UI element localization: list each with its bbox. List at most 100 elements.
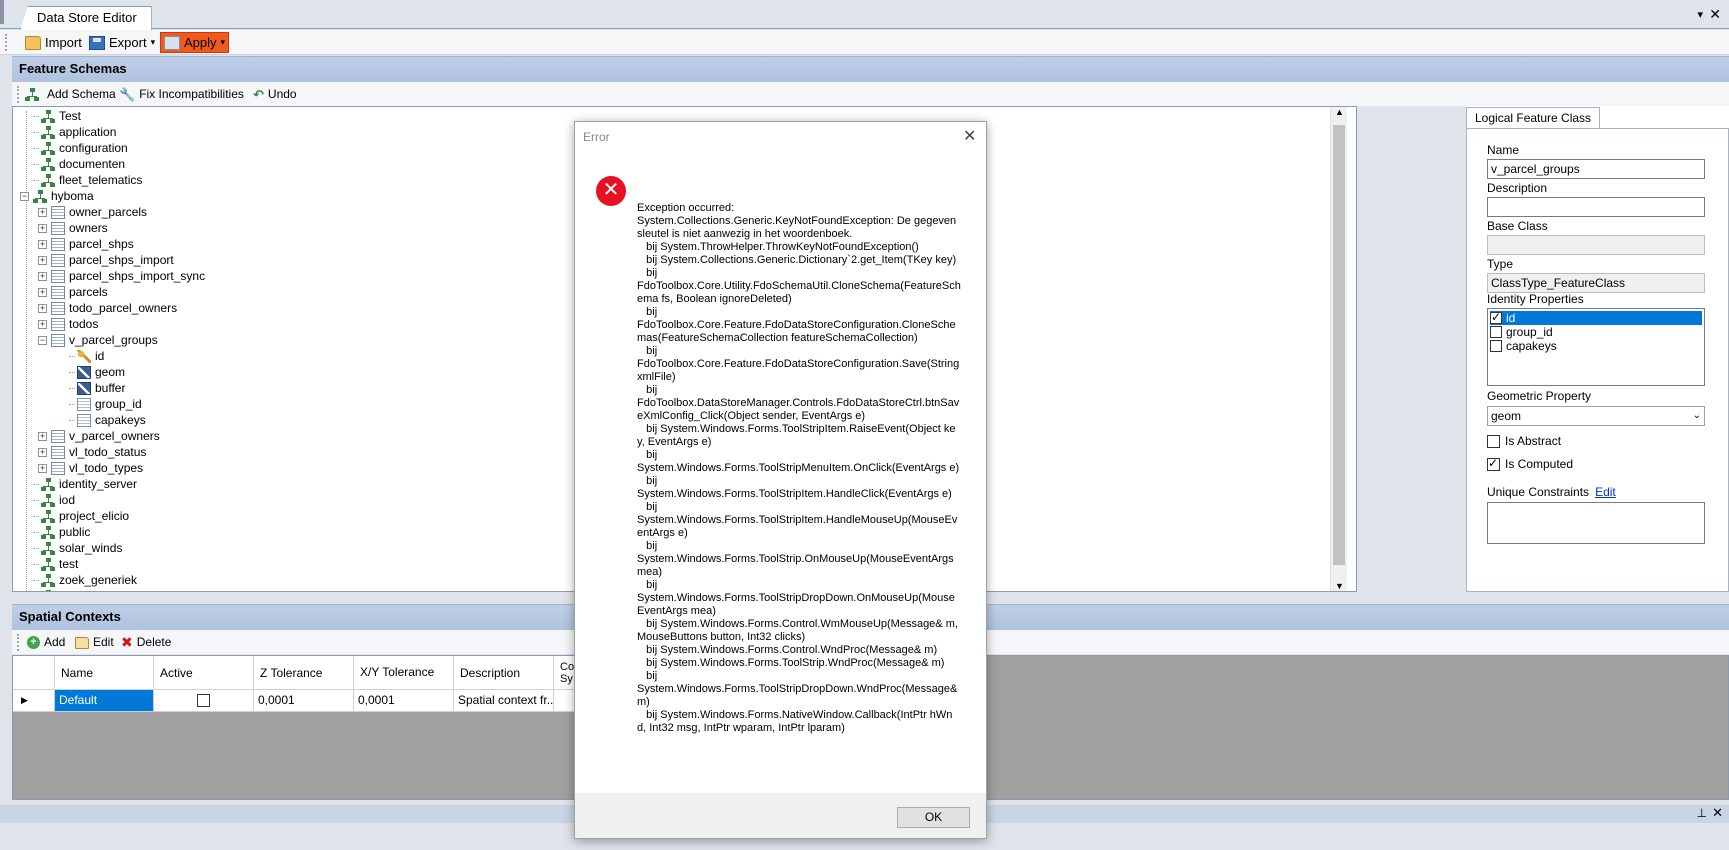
tree-node[interactable]: buffer <box>69 380 125 396</box>
is-abstract-checkbox[interactable]: Is Abstract <box>1487 434 1561 448</box>
ok-button[interactable]: OK <box>897 807 970 828</box>
identity-property-item[interactable]: group_id <box>1490 325 1702 339</box>
tree-node[interactable]: − hyboma <box>20 188 94 204</box>
apply-button[interactable]: Apply ▾ <box>160 32 230 53</box>
tree-node[interactable]: identity_server <box>33 476 137 492</box>
tree-node[interactable]: documenten <box>33 156 125 172</box>
tab-logical-feature-class[interactable]: Logical Feature Class <box>1466 107 1601 128</box>
expand-icon[interactable]: + <box>38 239 47 249</box>
tree-node[interactable]: + vl_todo_types <box>38 460 143 476</box>
tree-node[interactable]: + v_parcel_owners <box>38 428 160 444</box>
tree-node-label: identity_server <box>59 477 138 491</box>
identity-checkbox[interactable] <box>1490 340 1502 352</box>
toolbar-grip[interactable] <box>5 34 8 51</box>
tree-node[interactable]: group_id <box>69 396 142 412</box>
tree-node[interactable]: + owner_parcels <box>38 204 147 220</box>
toolbar-grip[interactable] <box>17 86 20 103</box>
fix-incompatibilities-button[interactable]: 🔧 Fix Incompatibilities <box>116 84 247 105</box>
close-tab-icon[interactable]: ✕ <box>1709 6 1721 23</box>
tree-node[interactable]: + owners <box>38 220 108 236</box>
scroll-up-icon[interactable]: ▲ <box>1335 107 1344 117</box>
tree-node[interactable]: project_elicio <box>33 508 129 524</box>
tree-node[interactable]: + todos <box>38 316 98 332</box>
tree-node[interactable]: + parcel_shps_import_sync <box>38 268 205 284</box>
active-checkbox[interactable] <box>197 694 210 707</box>
tree-node[interactable]: id <box>69 348 104 364</box>
geometric-property-select[interactable]: geom ⌄ <box>1487 406 1705 426</box>
tree-node[interactable]: solar_winds <box>33 540 122 556</box>
tab-list-dropdown-icon[interactable]: ▾ <box>1697 8 1703 21</box>
expand-icon[interactable]: + <box>38 319 47 329</box>
tab-data-store-editor[interactable]: Data Store Editor <box>20 6 152 30</box>
tree-node[interactable]: capakeys <box>69 412 146 428</box>
expand-icon[interactable]: + <box>38 287 47 297</box>
import-button[interactable]: Import <box>22 32 85 53</box>
identity-properties-list[interactable]: idgroup_idcapakeys <box>1487 308 1705 386</box>
is-abstract-check[interactable] <box>1487 434 1500 448</box>
tree-vertical-scrollbar[interactable]: ▲ ▼ <box>1330 107 1347 591</box>
close-panel-icon[interactable]: ✕ <box>1712 805 1723 821</box>
name-field[interactable] <box>1487 159 1705 179</box>
is-computed-check[interactable] <box>1487 456 1500 471</box>
collapse-icon[interactable]: − <box>38 335 47 345</box>
scroll-down-icon[interactable]: ▼ <box>1335 581 1344 591</box>
cell-name[interactable]: Default <box>55 690 154 712</box>
description-field[interactable] <box>1487 197 1705 217</box>
pin-icon[interactable]: ⊥ <box>1697 806 1707 820</box>
tree-node[interactable]: public <box>33 524 90 540</box>
column-header-active[interactable]: Active <box>154 656 254 690</box>
cell-active[interactable] <box>154 690 254 712</box>
left-edge-handle[interactable] <box>0 0 4 24</box>
column-header-description[interactable]: Description <box>454 656 554 690</box>
expand-icon[interactable]: + <box>38 463 47 473</box>
identity-property-item[interactable]: capakeys <box>1490 339 1702 353</box>
expand-icon[interactable]: + <box>38 223 47 233</box>
undo-button[interactable]: ↶ Undo <box>250 84 300 105</box>
cell-xy-tolerance[interactable]: 0,0001 <box>354 690 454 712</box>
tree-node[interactable]: − v_parcel_groups <box>38 332 158 348</box>
scrollbar-thumb[interactable] <box>1333 125 1345 565</box>
column-header-xy-tolerance[interactable]: X/Y Tolerance <box>354 656 454 690</box>
delete-context-button[interactable]: ✖ Delete <box>118 632 174 653</box>
row-selector-arrow-icon[interactable]: ▶ <box>13 690 55 712</box>
column-header-z-tolerance[interactable]: Z Tolerance <box>254 656 354 690</box>
export-button[interactable]: Export ▾ <box>86 32 158 53</box>
expand-icon[interactable]: + <box>38 207 47 217</box>
tree-node[interactable]: zoek_generiek_ete <box>33 588 160 591</box>
edit-context-button[interactable]: Edit <box>72 632 117 653</box>
tree-node-label: id <box>95 349 105 363</box>
dialog-close-icon[interactable]: ✕ <box>963 126 976 146</box>
identity-property-label: id <box>1506 311 1516 325</box>
expand-icon[interactable]: + <box>38 255 47 265</box>
unique-constraints-list[interactable] <box>1487 502 1705 544</box>
tree-node[interactable]: geom <box>69 364 125 380</box>
tree-node[interactable]: + parcels <box>38 284 108 300</box>
add-schema-button[interactable]: Add Schema <box>22 84 119 105</box>
tree-node[interactable]: configuration <box>33 140 128 156</box>
identity-checkbox[interactable] <box>1490 310 1502 324</box>
toolbar-grip[interactable] <box>17 634 20 651</box>
tree-node[interactable]: + vl_todo_status <box>38 444 146 460</box>
identity-checkbox[interactable] <box>1490 326 1502 338</box>
cell-z-tolerance[interactable]: 0,0001 <box>254 690 354 712</box>
tree-node[interactable]: zoek_generiek <box>33 572 137 588</box>
identity-property-item[interactable]: id <box>1490 310 1702 325</box>
tree-node[interactable]: + parcel_shps_import <box>38 252 174 268</box>
tree-node[interactable]: fleet_telematics <box>33 172 142 188</box>
tree-node[interactable]: + parcel_shps <box>38 236 134 252</box>
cell-description[interactable]: Spatial context fr... <box>454 690 554 712</box>
edit-unique-constraints-link[interactable]: Edit <box>1595 485 1616 499</box>
expand-icon[interactable]: + <box>38 303 47 313</box>
tree-node[interactable]: application <box>33 124 116 140</box>
expand-icon[interactable]: + <box>38 431 47 441</box>
collapse-icon[interactable]: − <box>20 191 29 201</box>
expand-icon[interactable]: + <box>38 447 47 457</box>
tree-node[interactable]: iod <box>33 492 75 508</box>
expand-icon[interactable]: + <box>38 271 47 281</box>
tree-node[interactable]: Test <box>33 108 81 124</box>
tree-node[interactable]: + todo_parcel_owners <box>38 300 177 316</box>
is-computed-checkbox[interactable]: Is Computed <box>1487 456 1573 471</box>
tree-node[interactable]: test <box>33 556 78 572</box>
add-context-button[interactable]: + Add <box>24 632 68 653</box>
column-header-name[interactable]: Name <box>55 656 154 690</box>
